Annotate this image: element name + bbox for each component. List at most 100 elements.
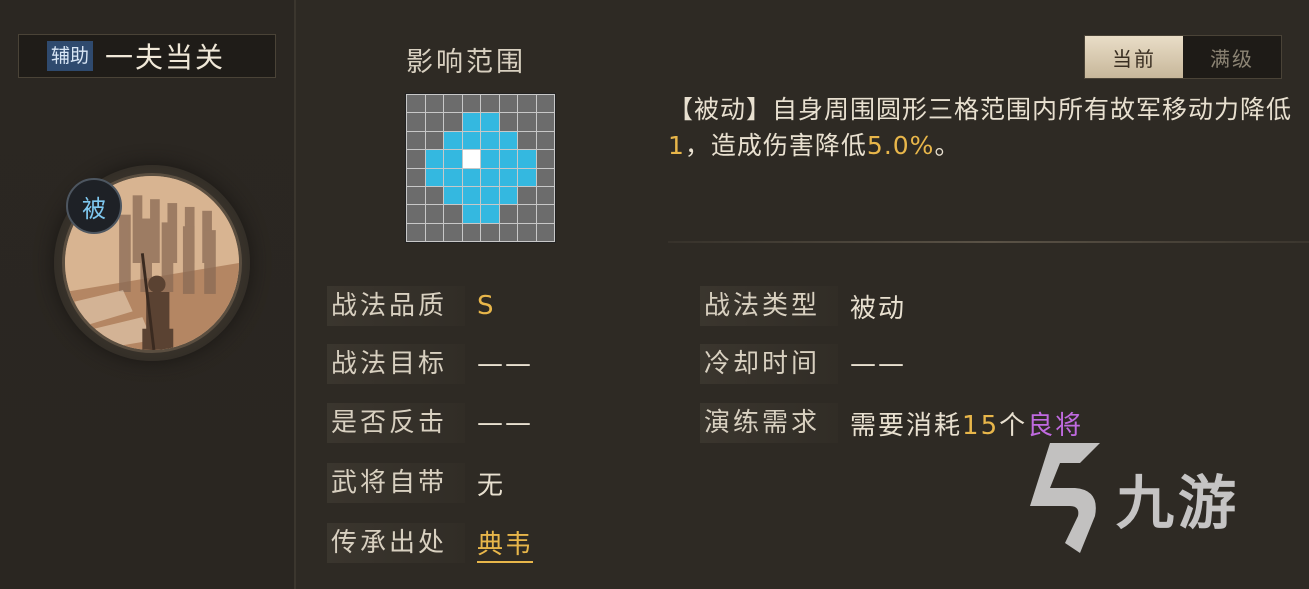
desc-prefix: 【被动】自身周围圆形三格范围内所有故军移动力降低 bbox=[668, 95, 1293, 124]
range-cell bbox=[481, 223, 499, 241]
range-cell-active bbox=[462, 186, 480, 205]
range-cell-active bbox=[462, 205, 480, 223]
range-cell bbox=[499, 95, 517, 113]
drill-item-link[interactable]: 良将 bbox=[1027, 411, 1083, 441]
range-cell bbox=[444, 113, 462, 131]
range-cell-active bbox=[444, 150, 462, 168]
level-tabs: 当前 满级 bbox=[1084, 35, 1282, 79]
info-label: 武将自带 bbox=[327, 463, 466, 503]
range-cell bbox=[518, 113, 536, 131]
range-cell bbox=[481, 95, 499, 113]
range-cell-active bbox=[444, 186, 462, 205]
range-cell-active bbox=[499, 168, 517, 186]
range-cell bbox=[536, 223, 554, 241]
range-cell bbox=[444, 205, 462, 223]
info-value: —— bbox=[477, 408, 534, 438]
info-drill: 演练需求 需要消耗15个良将 bbox=[700, 403, 1083, 443]
range-grid bbox=[405, 93, 556, 243]
info-value: 被动 bbox=[850, 293, 907, 324]
range-cell-active bbox=[462, 168, 480, 186]
info-counter: 是否反击 —— bbox=[327, 403, 533, 443]
range-cell-active bbox=[499, 150, 517, 168]
info-label: 传承出处 bbox=[327, 523, 466, 563]
drill-prefix: 需要消耗 bbox=[850, 410, 963, 441]
info-label: 战法目标 bbox=[327, 344, 466, 384]
section-divider bbox=[668, 241, 1309, 243]
range-cell bbox=[462, 223, 480, 241]
range-cell bbox=[536, 150, 554, 168]
range-cell bbox=[536, 95, 554, 113]
range-cell bbox=[499, 205, 517, 223]
range-cell bbox=[425, 113, 443, 131]
range-cell-active bbox=[425, 150, 443, 168]
range-cell-active bbox=[481, 186, 499, 205]
range-cell bbox=[499, 223, 517, 241]
range-cell bbox=[407, 95, 425, 113]
info-label: 冷却时间 bbox=[700, 344, 839, 384]
skill-name: 一夫当关 bbox=[105, 41, 226, 74]
range-cell-active bbox=[425, 168, 443, 186]
range-cell-active bbox=[481, 113, 499, 131]
range-cell bbox=[407, 150, 425, 168]
range-cell bbox=[425, 223, 443, 241]
passive-badge: 被 bbox=[66, 178, 122, 234]
range-cell-active bbox=[481, 205, 499, 223]
range-cell bbox=[407, 223, 425, 241]
jiuyou-logo-icon bbox=[1030, 443, 1100, 553]
range-cell bbox=[425, 131, 443, 150]
info-value: —— bbox=[850, 349, 907, 379]
watermark-text: 九游 bbox=[1116, 469, 1241, 537]
range-cell bbox=[518, 95, 536, 113]
range-cell bbox=[425, 186, 443, 205]
range-cell bbox=[518, 223, 536, 241]
desc-suffix: 。 bbox=[934, 131, 961, 160]
range-cell-active bbox=[444, 131, 462, 150]
skill-category-tag: 辅助 bbox=[47, 41, 94, 71]
info-target: 战法目标 —— bbox=[327, 344, 533, 384]
range-cell-active bbox=[499, 131, 517, 150]
range-cell bbox=[407, 168, 425, 186]
range-cell bbox=[536, 131, 554, 150]
desc-middle: ，造成伤害降低 bbox=[684, 131, 867, 160]
info-value: 无 bbox=[477, 470, 506, 501]
range-cell bbox=[536, 205, 554, 223]
origin-general-link[interactable]: 典韦 bbox=[477, 524, 534, 563]
info-label: 战法类型 bbox=[700, 286, 839, 326]
range-cell-active bbox=[481, 150, 499, 168]
range-cell bbox=[536, 186, 554, 205]
info-quality: 战法品质 S bbox=[327, 286, 496, 326]
range-cell-active bbox=[518, 168, 536, 186]
range-cell-active bbox=[518, 150, 536, 168]
range-cell bbox=[407, 113, 425, 131]
range-cell bbox=[407, 205, 425, 223]
info-value: —— bbox=[477, 349, 534, 379]
drill-unit: 个 bbox=[999, 410, 1028, 441]
range-cell-active bbox=[462, 131, 480, 150]
info-type: 战法类型 被动 bbox=[700, 286, 906, 326]
range-cell-active bbox=[481, 131, 499, 150]
range-cell bbox=[462, 95, 480, 113]
info-label: 战法品质 bbox=[327, 286, 466, 326]
range-cell bbox=[518, 186, 536, 205]
info-innate: 武将自带 无 bbox=[327, 463, 505, 503]
desc-value-damage: 5.0% bbox=[866, 131, 935, 160]
skill-header: 辅助 一夫当关 bbox=[18, 34, 276, 78]
range-cell bbox=[518, 205, 536, 223]
tab-current[interactable]: 当前 bbox=[1085, 36, 1183, 78]
desc-value-mobility: 1 bbox=[668, 131, 685, 160]
skill-description: 【被动】自身周围圆形三格范围内所有故军移动力降低 1，造成伤害降低5.0%。 bbox=[668, 92, 1308, 164]
range-cell bbox=[407, 131, 425, 150]
range-cell bbox=[536, 168, 554, 186]
range-cell bbox=[444, 95, 462, 113]
range-cell bbox=[425, 95, 443, 113]
range-cell bbox=[425, 205, 443, 223]
range-cell-active bbox=[444, 168, 462, 186]
info-value: 需要消耗15个良将 bbox=[850, 405, 1083, 442]
info-origin: 传承出处 典韦 bbox=[327, 523, 534, 563]
range-cell bbox=[407, 186, 425, 205]
tab-max-level[interactable]: 满级 bbox=[1183, 36, 1281, 78]
range-cell-center bbox=[462, 150, 480, 168]
range-cell bbox=[536, 113, 554, 131]
range-cell bbox=[444, 223, 462, 241]
info-value: S bbox=[477, 291, 496, 321]
